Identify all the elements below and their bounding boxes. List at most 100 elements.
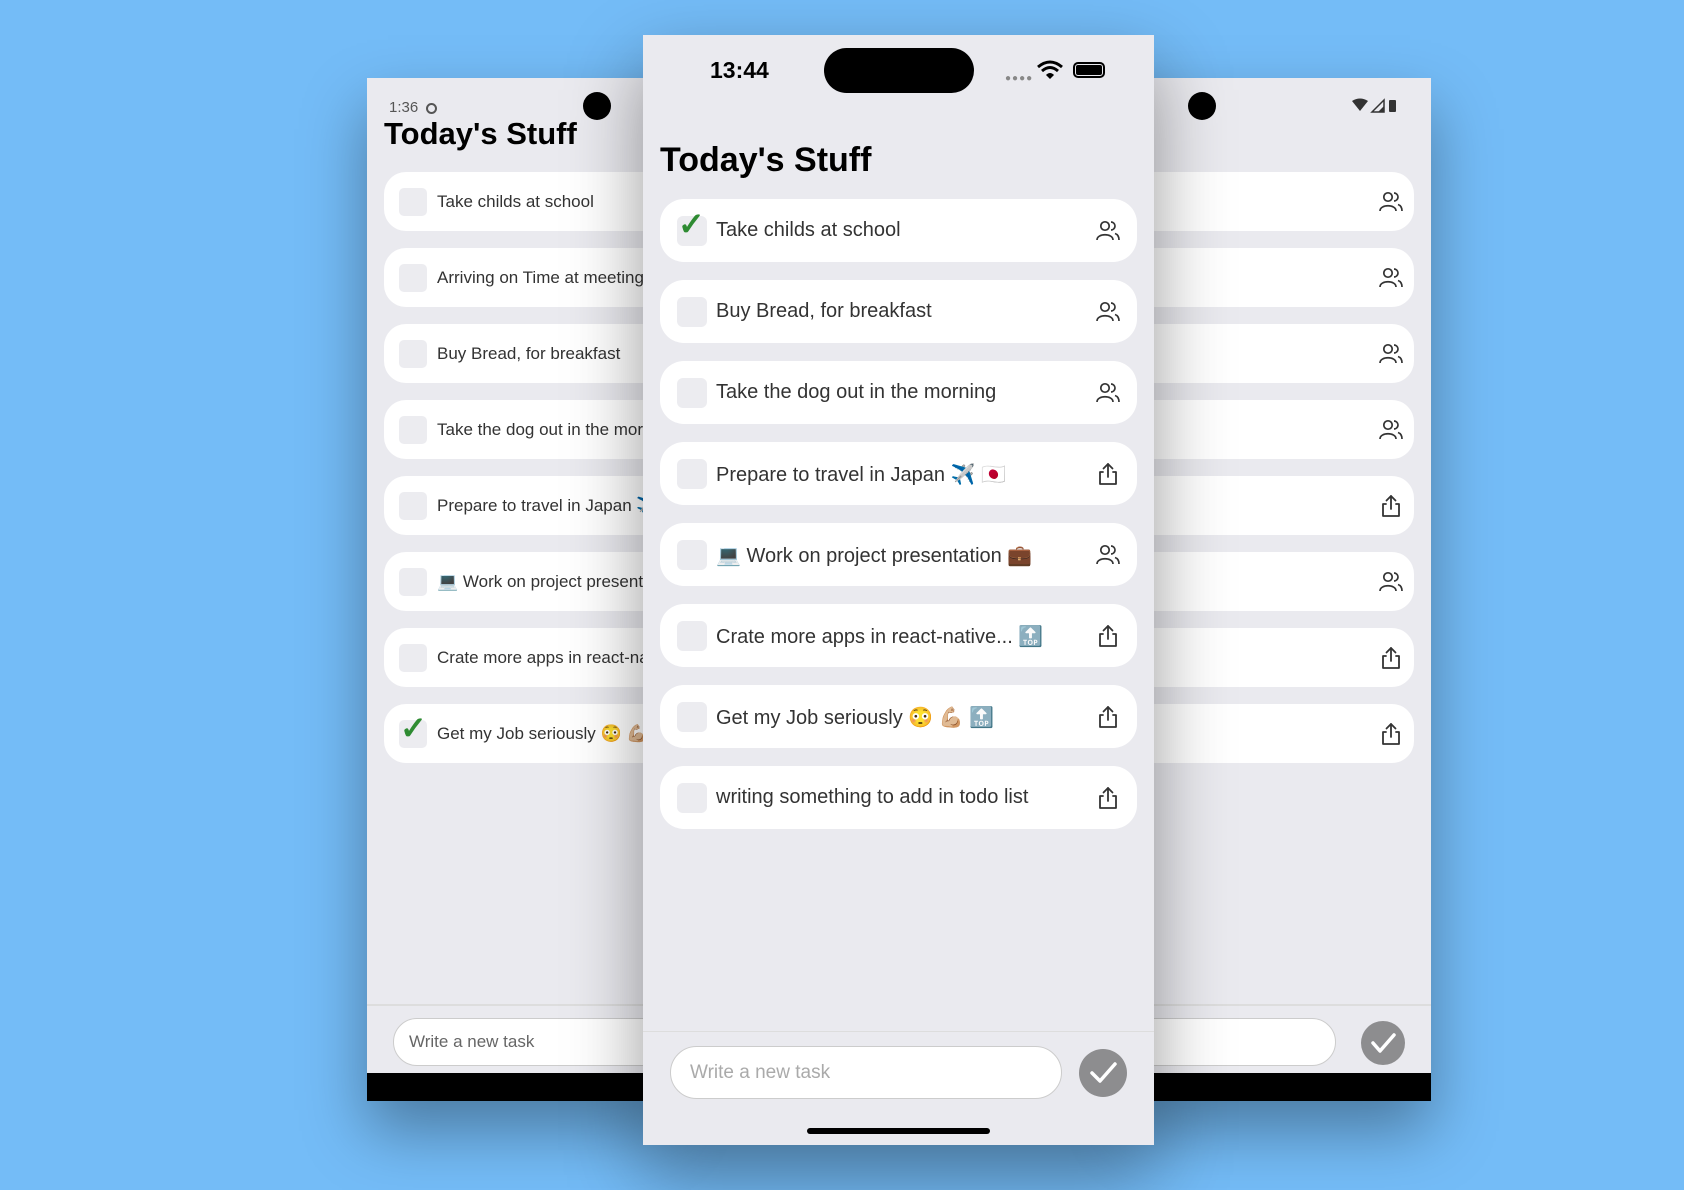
task-item[interactable]: Take the dog out in the morning bbox=[384, 400, 666, 459]
task-text: Prepare to travel in Japan ✈️ 🇯🇵 bbox=[716, 464, 1006, 486]
share-icon[interactable] bbox=[1095, 704, 1121, 730]
people-icon[interactable] bbox=[1095, 542, 1121, 568]
task-checkbox[interactable] bbox=[677, 783, 707, 813]
android-phone-left: 1:36 Today's Stuff Take childs at school… bbox=[367, 78, 666, 1101]
task-checkbox[interactable] bbox=[399, 416, 427, 444]
task-list: ✓ Take childs at school Buy Bread, for bre… bbox=[660, 199, 1137, 847]
task-item[interactable]: Prepare to travel in Japan ✈️ 🇯🇵 bbox=[660, 442, 1137, 505]
task-item[interactable]: ✓ Take childs at school bbox=[660, 199, 1137, 262]
task-item[interactable]: Arriving on Time at meeting room bbox=[384, 248, 666, 307]
task-text: Get my Job seriously 😳 💪🏼 🔝 bbox=[716, 707, 995, 729]
signal-dots-icon: ●●●● bbox=[1005, 73, 1034, 84]
task-text: Take the dog out in the morning bbox=[437, 420, 666, 439]
task-checkbox[interactable] bbox=[399, 644, 427, 672]
page-title: Today's Stuff bbox=[660, 141, 872, 179]
people-icon[interactable] bbox=[1095, 380, 1121, 406]
task-text: writing something to add in todo list bbox=[716, 786, 1029, 808]
task-item[interactable]: Arriving on Time at meeting room bbox=[1132, 248, 1414, 307]
footer-divider bbox=[1132, 1004, 1431, 1006]
share-icon[interactable] bbox=[1095, 623, 1121, 649]
share-icon[interactable] bbox=[1378, 721, 1404, 747]
task-checkbox[interactable] bbox=[399, 492, 427, 520]
wifi-signal-battery-icon bbox=[1352, 98, 1396, 113]
dynamic-island bbox=[824, 48, 974, 93]
task-text: Get my Job seriously 😳 💪🏼🔝 bbox=[437, 724, 666, 743]
task-checkbox[interactable] bbox=[677, 297, 707, 327]
task-checkbox[interactable] bbox=[399, 568, 427, 596]
task-checkbox[interactable] bbox=[399, 340, 427, 368]
people-icon[interactable] bbox=[1095, 218, 1121, 244]
task-text: Buy Bread, for breakfast bbox=[437, 344, 621, 363]
checkmark-icon: ✓ bbox=[400, 710, 427, 746]
home-indicator bbox=[807, 1128, 990, 1134]
footer-divider bbox=[643, 1031, 1154, 1032]
task-item[interactable]: writing something to add in todo list bbox=[660, 766, 1137, 829]
task-item[interactable]: Take childs at school bbox=[384, 172, 666, 231]
task-list: Take childs at school Arriving on Time at… bbox=[384, 172, 666, 780]
task-item[interactable]: 💻 Work on project presentation 💼 bbox=[384, 552, 666, 611]
task-item[interactable]: Buy Bread, for breakfast bbox=[384, 324, 666, 383]
people-icon[interactable] bbox=[1378, 189, 1404, 215]
new-task-input[interactable]: Write a new task bbox=[1132, 1018, 1336, 1066]
task-checkbox[interactable]: ✓ bbox=[399, 712, 427, 748]
submit-task-button[interactable] bbox=[1079, 1049, 1127, 1097]
task-item[interactable]: Crate more apps in react-native...🔝 bbox=[384, 628, 666, 687]
task-checkbox[interactable]: ✓ bbox=[677, 208, 707, 246]
share-icon[interactable] bbox=[1378, 645, 1404, 671]
share-icon[interactable] bbox=[1095, 785, 1121, 811]
task-checkbox[interactable] bbox=[677, 459, 707, 489]
people-icon[interactable] bbox=[1378, 417, 1404, 443]
wifi-icon bbox=[1037, 60, 1063, 80]
checkmark-icon: ✓ bbox=[678, 206, 705, 242]
checkmark-icon bbox=[1371, 1033, 1396, 1053]
task-text: 💻 Work on project presentation 💼 bbox=[437, 572, 666, 591]
task-checkbox[interactable] bbox=[677, 702, 707, 732]
people-icon[interactable] bbox=[1095, 299, 1121, 325]
share-icon[interactable] bbox=[1095, 461, 1121, 487]
camera-cutout bbox=[1188, 92, 1216, 120]
task-checkbox[interactable] bbox=[677, 378, 707, 408]
checkmark-icon bbox=[1090, 1062, 1117, 1083]
task-text: Prepare to travel in Japan ✈️ 🇯🇵 bbox=[437, 496, 666, 515]
submit-task-button[interactable] bbox=[1361, 1021, 1405, 1065]
android-status-bar: 1:36 bbox=[389, 99, 438, 116]
task-item[interactable]: Prepare to travel in Japan ✈️ 🇯🇵 bbox=[384, 476, 666, 535]
people-icon[interactable] bbox=[1378, 265, 1404, 291]
task-item[interactable]: Take the dog out in the morning bbox=[1132, 400, 1414, 459]
people-icon[interactable] bbox=[1378, 341, 1404, 367]
task-item[interactable]: Crate more apps in react-native... 🔝 bbox=[660, 604, 1137, 667]
task-item[interactable]: Prepare to travel in Japan ✈️ 🇯🇵 bbox=[1132, 476, 1414, 535]
task-list: Take childs at school Arriving on Time at… bbox=[1132, 172, 1414, 780]
new-task-input[interactable]: Write a new task bbox=[670, 1046, 1062, 1099]
task-item[interactable]: Take childs at school bbox=[1132, 172, 1414, 231]
task-item[interactable]: Buy Bread, for breakfast bbox=[660, 280, 1137, 343]
task-item[interactable]: ✓ Get my Job seriously 😳 💪🏼🔝 bbox=[384, 704, 666, 763]
android-phone-right: Today's Stuff Take childs at schoolArriv… bbox=[1132, 78, 1431, 1101]
task-text: Arriving on Time at meeting room bbox=[437, 268, 666, 287]
task-item[interactable]: Crate more apps in react-native...🔝 bbox=[1132, 628, 1414, 687]
android-nav-bar bbox=[367, 1073, 666, 1101]
camera-cutout bbox=[583, 92, 611, 120]
task-item[interactable]: ✓Get my Job seriously 😳 💪🏼🔝 bbox=[1132, 704, 1414, 763]
task-checkbox[interactable] bbox=[399, 264, 427, 292]
task-checkbox[interactable] bbox=[399, 188, 427, 216]
android-screen: Today's Stuff Take childs at schoolArriv… bbox=[1132, 78, 1431, 1101]
new-task-input[interactable]: Write a new task bbox=[393, 1018, 666, 1066]
android-nav-bar bbox=[1132, 1073, 1431, 1101]
people-icon[interactable] bbox=[1378, 569, 1404, 595]
task-text: Crate more apps in react-native...🔝 bbox=[437, 648, 666, 667]
share-icon[interactable] bbox=[1378, 493, 1404, 519]
task-item[interactable]: Get my Job seriously 😳 💪🏼 🔝 bbox=[660, 685, 1137, 748]
task-checkbox[interactable] bbox=[677, 540, 707, 570]
task-checkbox[interactable] bbox=[677, 621, 707, 651]
task-item[interactable]: 💻 Work on project presentation 💼 bbox=[1132, 552, 1414, 611]
task-item[interactable]: Buy Bread, for breakfast bbox=[1132, 324, 1414, 383]
ios-phone: 13:44 ●●●● Today's Stuff ✓ Take childs at… bbox=[643, 35, 1154, 1145]
android-system-icons bbox=[1351, 98, 1397, 114]
task-item[interactable]: 💻 Work on project presentation 💼 bbox=[660, 523, 1137, 586]
android-status-time: 1:36 bbox=[389, 99, 419, 116]
task-item[interactable]: Take the dog out in the morning bbox=[660, 361, 1137, 424]
android-screen: 1:36 Today's Stuff Take childs at school… bbox=[367, 78, 666, 1101]
task-text: Buy Bread, for breakfast bbox=[716, 300, 932, 322]
clock-icon bbox=[426, 103, 438, 114]
